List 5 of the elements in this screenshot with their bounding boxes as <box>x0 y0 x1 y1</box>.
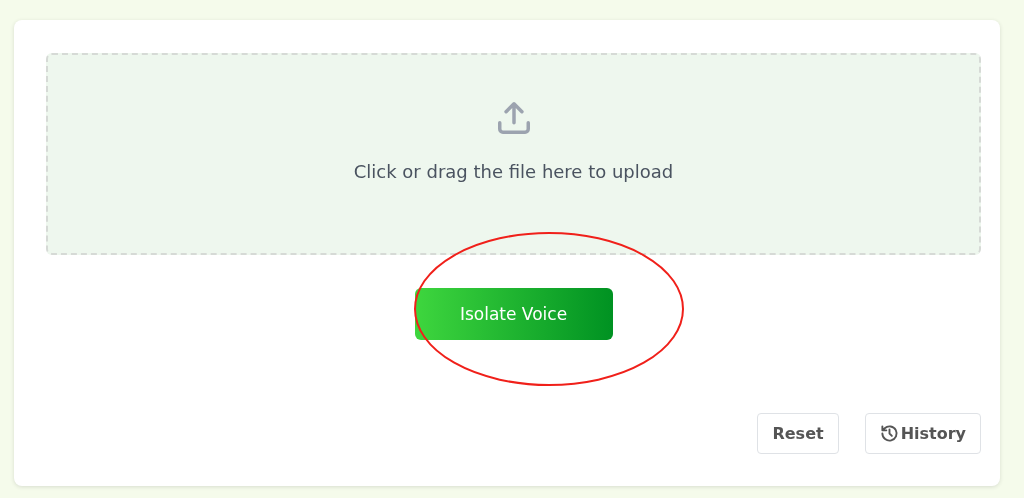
history-button[interactable]: History <box>864 413 981 454</box>
upload-prompt: Click or drag the file here to upload <box>353 161 674 182</box>
history-icon <box>879 424 899 443</box>
upload-dropzone[interactable]: Click or drag the file here to upload <box>46 53 981 255</box>
reset-button[interactable]: Reset <box>757 413 839 454</box>
